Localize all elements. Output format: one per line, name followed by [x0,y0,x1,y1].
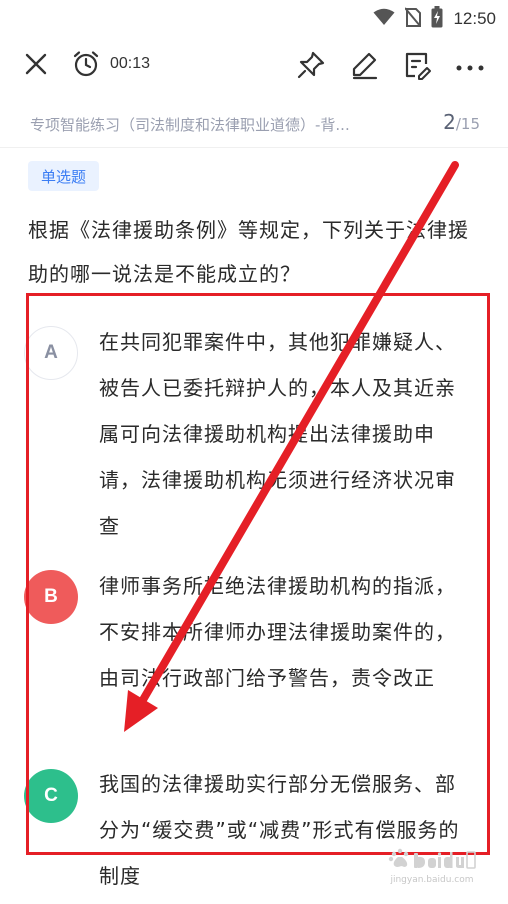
page-counter[interactable]: 2 / 15 [443,110,480,134]
exercise-header: 专项智能练习（司法制度和法律职业道德）-背... 2 / 15 [0,104,508,148]
battery-charging-icon [431,6,443,32]
watermark-url: jingyan.baidu.com [390,875,474,885]
close-icon [24,52,48,80]
edit-button[interactable] [347,50,381,84]
note-edit-icon [402,50,432,84]
option-a-text[interactable]: 在共同犯罪案件中，其他犯罪嫌疑人、被告人已委托辩护人的，本人及其近亲属可向法律援… [99,319,471,549]
status-time: 12:50 [453,9,496,28]
pen-edit-icon [349,50,379,84]
timer-display: 00:13 [110,55,151,72]
top-toolbar: 00:13 [0,40,508,92]
exercise-title: 专项智能练习（司法制度和法律职业道德）-背... [30,116,350,134]
no-sim-icon [404,7,423,31]
note-button[interactable] [400,50,434,84]
pin-button[interactable] [294,50,328,84]
option-c-letter[interactable]: C [24,769,78,823]
close-button[interactable] [20,52,52,80]
option-b-letter[interactable]: B [24,570,78,624]
more-icon [455,57,485,76]
more-button[interactable] [452,52,488,80]
question-type-tag: 单选题 [28,161,99,191]
option-a-letter[interactable]: A [24,326,78,380]
option-b-text[interactable]: 律师事务所拒绝法律援助机构的指派，不安排本所律师办理法律援助案件的，由司法行政部… [99,563,471,701]
page-current: 2 [443,110,456,134]
wifi-icon [373,8,395,30]
status-icons: 12:50 [373,6,496,32]
alarm-clock-icon [72,50,100,82]
timer-button[interactable] [70,50,102,82]
page-total: 15 [460,115,480,133]
baidu-watermark-logo [386,848,478,874]
question-stem: 根据《法律援助条例》等规定，下列关于法律援助的哪一说法是不能成立的？ [28,218,469,286]
status-bar: 12:50 [0,0,508,36]
pin-icon [296,50,326,84]
watermark: jingyan.baidu.com [386,848,478,886]
